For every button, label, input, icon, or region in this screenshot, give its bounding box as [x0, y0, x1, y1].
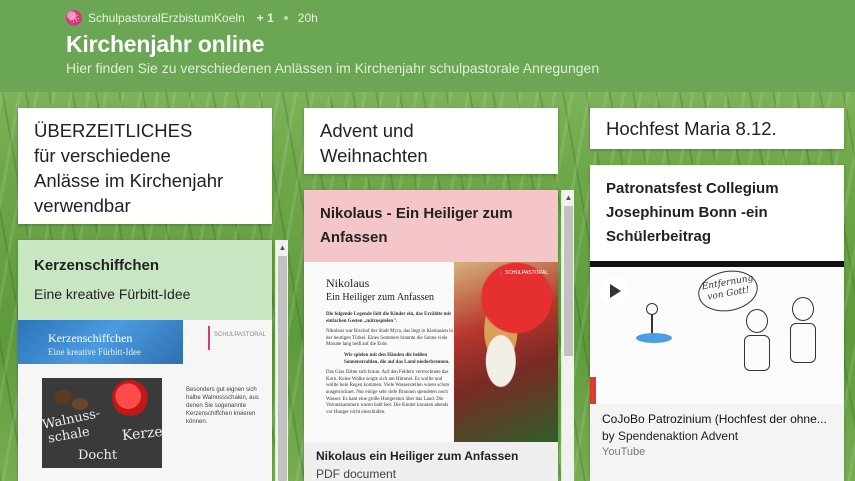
thumb-banner: Kerzenschiffchen Eine kreative Fürbitt-I…: [18, 320, 183, 364]
author-line: SchulpastoralErzbistumKoeln + 1 20h: [66, 9, 318, 27]
heading-line: für verschiedene: [34, 145, 171, 166]
drawing-person: [786, 297, 820, 377]
candle-shape: [112, 380, 148, 416]
link-title: CoJoBo Patrozinium (Hochfest der ohne...: [602, 412, 827, 426]
scrollbar-thumb[interactable]: [278, 256, 287, 481]
heading-line: Weihnachten: [320, 145, 428, 166]
doc-text: Die folgende Legende lädt die Kinder ein…: [326, 312, 456, 416]
post-time: 20h: [297, 11, 318, 25]
post-title-line: Schülerbeitrag: [606, 228, 712, 245]
doc-title: Nikolaus: [326, 276, 370, 290]
post-title-line: Anfassen: [320, 229, 388, 246]
drawing-figure: [630, 303, 676, 343]
video-preview[interactable]: Entfernung von Gott!: [590, 261, 844, 404]
post-subtitle: Eine kreative Fürbitt-Idee: [34, 286, 191, 302]
thumb-body-text: Besonders gut eignen sich halbe Walnusss…: [186, 387, 259, 425]
logo-text: SCHULPASTORAL: [214, 332, 266, 338]
author-avatar[interactable]: [66, 10, 82, 26]
red-stripe: [590, 377, 596, 404]
handwriting-text: Entfernung von Gott!: [701, 273, 755, 303]
padlet-header: SchulpastoralErzbistumKoeln + 1 20h Kirc…: [0, 0, 855, 92]
doc-paragraph: Nikolaus war Bischof der Stadt Myra, das…: [326, 329, 454, 348]
nikolaus-photo: SCHULPASTORAL: [454, 262, 558, 442]
chalkboard-image: Walnuss- schale Kerze Docht: [41, 378, 164, 468]
author-name[interactable]: SchulpastoralErzbistumKoeln: [88, 11, 245, 25]
attachment-meta[interactable]: Nikolaus ein Heiliger zum Anfassen PDF d…: [304, 442, 558, 481]
heading-line: ÜBERZEITLICHES: [34, 120, 193, 141]
chalk-label: Kerze: [121, 423, 164, 445]
post-title-line: Patronatsfest Collegium: [606, 180, 779, 197]
heading-line: Advent und: [320, 120, 414, 141]
scrollbar-thumb[interactable]: [564, 206, 573, 356]
heading-line: Hochfest Maria 8.12.: [606, 118, 777, 139]
play-icon[interactable]: [600, 277, 628, 305]
attachment-preview[interactable]: Kerzenschiffchen Eine kreative Fürbitt-I…: [18, 320, 272, 481]
post-header: Nikolaus - Ein Heiliger zum Anfassen: [304, 190, 558, 262]
contributors-count[interactable]: + 1: [257, 11, 274, 25]
post-title: Kerzenschiffchen: [34, 257, 160, 274]
link-meta[interactable]: CoJoBo Patrozinium (Hochfest der ohne...…: [590, 404, 844, 481]
section-heading-hochfest[interactable]: Hochfest Maria 8.12.: [590, 108, 844, 149]
page-subtitle: Hier finden Sie zu verschiedenen Anlässe…: [66, 60, 600, 76]
post-card-patronatsfest[interactable]: Patronatsfest Collegium Josephinum Bonn …: [590, 165, 844, 481]
separator-dot: [283, 16, 288, 20]
post-header: Patronatsfest Collegium Josephinum Bonn …: [590, 165, 844, 261]
thumb-subtitle: Eine kreative Fürbitt-Idee: [48, 347, 141, 357]
column-2-scrollbar[interactable]: ▲: [561, 190, 574, 481]
doc-paragraph: Die folgende Legende lädt die Kinder ein…: [326, 312, 451, 324]
link-source: YouTube: [602, 446, 646, 458]
chalk-label: Docht: [78, 448, 118, 463]
attachment-preview[interactable]: Nikolaus Ein Heiliger zum Anfassen Die f…: [304, 262, 558, 442]
walnut-shape: [54, 390, 72, 404]
page-title: Kirchenjahr online: [66, 31, 265, 57]
thumb-title: Kerzenschiffchen: [48, 331, 133, 345]
post-title-line: Josephinum Bonn -ein: [606, 204, 768, 221]
attachment-title: Nikolaus ein Heiliger zum Anfassen: [316, 449, 519, 463]
heading-line: verwendbar: [34, 195, 131, 216]
link-author: by Spendenaktion Advent: [602, 429, 739, 443]
post-title-line: Nikolaus - Ein Heiliger zum: [320, 205, 513, 222]
doc-subtitle: Ein Heiliger zum Anfassen: [326, 292, 435, 303]
thumb-logo: SCHULPASTORAL: [208, 326, 268, 350]
scroll-up-arrow-icon[interactable]: ▲: [562, 190, 575, 204]
post-card-kerzenschiffchen[interactable]: Kerzenschiffchen Eine kreative Fürbitt-I…: [18, 240, 272, 481]
attachment-type: PDF document: [316, 467, 397, 481]
heading-line: Anlässe im Kirchenjahr: [34, 170, 224, 191]
post-card-nikolaus[interactable]: Nikolaus - Ein Heiliger zum Anfassen Nik…: [304, 190, 558, 481]
column-1-scrollbar[interactable]: ▲: [275, 240, 288, 481]
drawing-person: [740, 309, 774, 379]
doc-paragraph: Wir spielen mit den Händen die heißen So…: [344, 352, 450, 365]
section-heading-advent[interactable]: Advent und Weihnachten: [304, 108, 558, 174]
photo-logo: SCHULPASTORAL: [500, 270, 548, 276]
doc-paragraph: Das Gras färbte sich braun. Auf den Feld…: [326, 370, 449, 415]
scroll-up-arrow-icon[interactable]: ▲: [276, 240, 289, 254]
post-header: Kerzenschiffchen Eine kreative Fürbitt-I…: [18, 240, 272, 320]
section-heading-ueberzeitliches[interactable]: ÜBERZEITLICHES für verschiedene Anlässe …: [18, 108, 272, 224]
